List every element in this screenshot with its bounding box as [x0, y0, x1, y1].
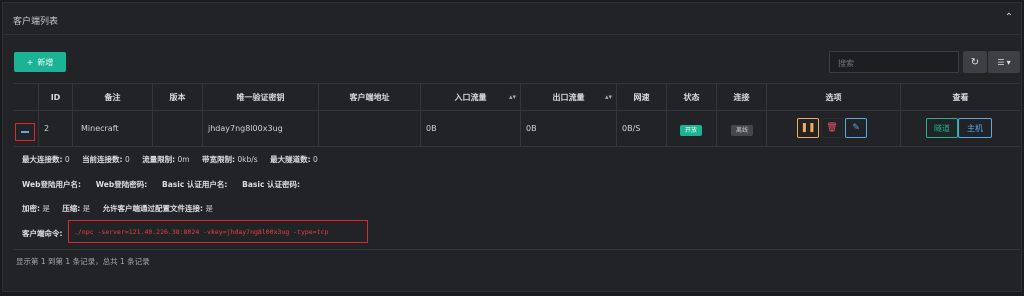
detail-value: 0 — [124, 155, 130, 164]
table-row: 2 Minecraft jhday7ng8l00x3ug 0B 0B 0B/S — [14, 111, 1020, 147]
header-vkey[interactable]: 唯一验证密钥 — [202, 84, 318, 112]
columns-toggle-button[interactable]: ☰ ▾ — [988, 51, 1020, 73]
panel-title: 客户端列表 — [13, 17, 59, 27]
cell-outlet: 0B — [520, 111, 616, 147]
search-input[interactable]: 搜索 — [829, 51, 959, 73]
pause-icon: ❚❚ — [800, 123, 816, 133]
header-id[interactable]: ID — [38, 84, 72, 112]
trash-icon: 🗑 — [826, 123, 838, 133]
detail-line-flags: 加密: 是 压缩: 是 允许客户端通过配置文件连接: 是 — [22, 203, 213, 214]
detail-label: 允许客户端通过配置文件连接: — [102, 204, 204, 213]
cell-inlet: 0B — [420, 111, 520, 147]
header-outlet[interactable]: 出口流量 ▴▾ — [520, 84, 616, 112]
cell-vkey: jhday7ng8l00x3ug — [202, 111, 318, 147]
header-inlet-label: 入口流量 — [454, 93, 487, 102]
sort-icon: ▴▾ — [604, 93, 612, 101]
new-client-button[interactable]: + 新增 — [14, 52, 66, 72]
detail-value: 0m — [177, 155, 190, 164]
table-header: ID 备注 版本 唯一验证密钥 客户端地址 入口流量 ▴▾ 出口流量 ▴▾ 网速… — [14, 83, 1020, 112]
refresh-icon: ↻ — [970, 56, 980, 68]
header-status[interactable]: 状态 — [666, 84, 716, 112]
detail-value: 是 — [42, 204, 50, 213]
sort-icon: ▴▾ — [508, 93, 516, 101]
edit-icon: ✎ — [852, 123, 860, 133]
header-addr[interactable]: 客户端地址 — [318, 84, 420, 112]
detail-label: 压缩: — [62, 204, 81, 213]
pause-button[interactable]: ❚❚ — [797, 118, 819, 138]
client-command-text[interactable]: ./npc -server=121.40.226.38:8024 -vkey=j… — [74, 228, 328, 236]
delete-button[interactable]: 🗑 — [821, 118, 843, 138]
detail-label: 加密: — [22, 204, 40, 213]
search-placeholder: 搜索 — [838, 59, 854, 68]
divider — [14, 249, 1020, 250]
detail-label: 流量限制: — [142, 155, 176, 164]
header-speed[interactable]: 网速 — [616, 84, 666, 112]
detail-label: Web登陆密码: — [95, 180, 148, 189]
detail-label: Basic 认证密码: — [242, 180, 301, 189]
pagination-info: 显示第 1 到第 1 条记录，总共 1 条记录 — [16, 257, 150, 266]
host-button[interactable]: 主机 — [958, 118, 992, 138]
new-client-label: 新增 — [37, 57, 54, 67]
cell-version — [152, 111, 202, 147]
detail-label: 最大连接数: — [22, 155, 63, 164]
cell-remark: Minecraft — [72, 111, 152, 147]
detail-label: Basic 认证用户名: — [162, 180, 228, 189]
cell-id: 2 — [38, 111, 72, 147]
detail-label: Web登陆用户名: — [22, 180, 81, 189]
status-badge: 开放 — [680, 125, 702, 136]
detail-value: 是 — [205, 204, 213, 213]
cell-addr — [318, 111, 420, 147]
header-remark[interactable]: 备注 — [72, 84, 152, 112]
cell-speed: 0B/S — [616, 111, 666, 147]
chevron-up-icon[interactable]: ⌃ — [1003, 12, 1015, 24]
detail-value: 0 — [312, 155, 318, 164]
header-options: 选项 — [766, 84, 900, 112]
header-conn[interactable]: 连接 — [716, 84, 766, 112]
edit-button[interactable]: ✎ — [845, 118, 867, 138]
client-command-label: 客户端命令: — [22, 229, 63, 238]
header-expand — [14, 84, 38, 112]
detail-line-limits: 最大连接数: 0 当前连接数: 0 流量限制: 0m 带宽限制: 0kb/s 最… — [22, 154, 318, 165]
header-view: 查看 — [900, 84, 1020, 112]
columns-icon: ☰ — [997, 57, 1005, 67]
header-inlet[interactable]: 入口流量 ▴▾ — [420, 84, 520, 112]
detail-value: 是 — [82, 204, 91, 213]
detail-label: 带宽限制: — [201, 155, 235, 164]
row-collapse-button[interactable] — [15, 123, 35, 141]
plus-icon: + — [26, 57, 34, 67]
caret-down-icon: ▾ — [1006, 57, 1011, 67]
panel-header: 客户端列表 ⌃ — [3, 3, 1021, 35]
minus-icon — [21, 131, 29, 133]
detail-line-auth: Web登陆用户名: Web登陆密码: Basic 认证用户名: Basic 认证… — [22, 179, 300, 190]
tunnel-button[interactable]: 隧道 — [926, 118, 958, 138]
connection-badge: 离线 — [731, 125, 753, 136]
header-version[interactable]: 版本 — [152, 84, 202, 112]
header-outlet-label: 出口流量 — [552, 93, 585, 102]
detail-label: 最大隧道数: — [270, 155, 311, 164]
detail-label: 当前连接数: — [82, 155, 123, 164]
detail-value: 0 — [64, 155, 70, 164]
refresh-button[interactable]: ↻ — [963, 51, 987, 73]
detail-value: 0kb/s — [237, 155, 258, 164]
